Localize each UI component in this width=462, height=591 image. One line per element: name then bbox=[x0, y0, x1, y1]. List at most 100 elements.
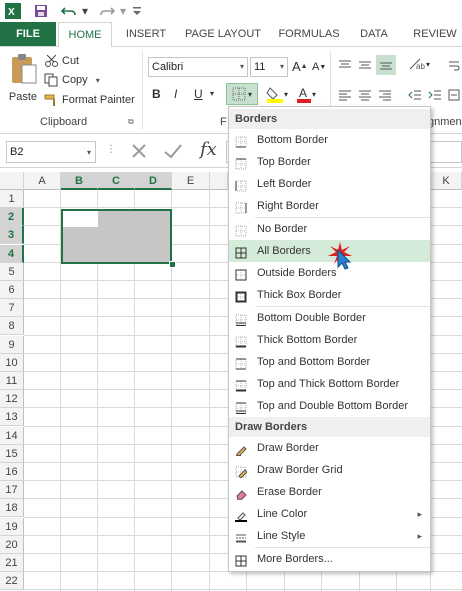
menu-item-draw-border[interactable]: Draw Border bbox=[229, 437, 430, 459]
column-header-a[interactable]: A bbox=[24, 172, 61, 190]
menu-item-thick-box-border[interactable]: Thick Box Border bbox=[229, 284, 430, 306]
menu-item-more-borders[interactable]: More Borders... bbox=[229, 548, 430, 570]
row-header-8[interactable]: 8 bbox=[0, 317, 24, 336]
row-header-2[interactable]: 2 bbox=[0, 208, 24, 227]
row-header-1[interactable]: 1 bbox=[0, 190, 24, 208]
row-header-4[interactable]: 4 bbox=[0, 244, 24, 263]
menu-item-line-color[interactable]: Line Color ▸ bbox=[229, 503, 430, 525]
dialog-launcher-icon[interactable]: ⧉ bbox=[128, 117, 134, 127]
underline-button[interactable]: U bbox=[194, 87, 203, 101]
row-header-10[interactable]: 10 bbox=[0, 353, 24, 372]
column-header-f[interactable] bbox=[210, 172, 228, 190]
tab-data[interactable]: DATA bbox=[352, 22, 396, 46]
menu-item-line-style[interactable]: Line Style ▸ bbox=[229, 525, 430, 547]
italic-button[interactable]: I bbox=[174, 87, 177, 101]
row-header-21[interactable]: 21 bbox=[0, 554, 24, 572]
menu-item-right-border[interactable]: Right Border bbox=[229, 195, 430, 217]
menu-item-top-and-double-bottom-border[interactable]: Top and Double Bottom Border bbox=[229, 395, 430, 417]
orientation-button[interactable]: ab ▾ bbox=[408, 57, 430, 71]
menu-item-top-and-bottom-border[interactable]: Top and Bottom Border bbox=[229, 351, 430, 373]
align-left-button[interactable] bbox=[338, 89, 352, 101]
save-icon[interactable] bbox=[32, 3, 50, 19]
column-header-d[interactable]: D bbox=[135, 172, 172, 190]
row-header-17[interactable]: 17 bbox=[0, 481, 24, 500]
decrease-indent-button[interactable] bbox=[408, 89, 422, 101]
menu-item-label: Top and Thick Bottom Border bbox=[257, 378, 400, 390]
cancel-entry-icon[interactable] bbox=[128, 141, 150, 161]
tab-review[interactable]: REVIEW bbox=[408, 22, 462, 46]
column-header-c[interactable]: C bbox=[98, 172, 135, 190]
menu-item-bottom-border[interactable]: Bottom Border bbox=[229, 129, 430, 151]
formula-bar-menu-icon[interactable]: ⋮ bbox=[106, 144, 116, 155]
row-header-20[interactable]: 20 bbox=[0, 535, 24, 554]
confirm-entry-icon[interactable] bbox=[162, 141, 184, 161]
row-header-18[interactable]: 18 bbox=[0, 499, 24, 518]
tab-formulas[interactable]: FORMULAS bbox=[274, 22, 344, 46]
bottom-double-border-icon bbox=[235, 312, 247, 326]
borders-button[interactable]: ▾ bbox=[226, 83, 258, 105]
bottom-align-button[interactable] bbox=[376, 55, 396, 75]
row-header-22[interactable]: 22 bbox=[0, 572, 24, 591]
fill-color-button[interactable]: ▾ bbox=[266, 85, 288, 103]
bold-button[interactable]: B bbox=[152, 87, 161, 101]
increase-indent-button[interactable] bbox=[428, 89, 442, 101]
fill-handle[interactable] bbox=[169, 261, 176, 268]
row-header-11[interactable]: 11 bbox=[0, 372, 24, 390]
row-header-9[interactable]: 9 bbox=[0, 335, 24, 354]
row-header-13[interactable]: 13 bbox=[0, 408, 24, 427]
paste-button[interactable]: Paste bbox=[6, 53, 40, 113]
menu-item-no-border[interactable]: No Border bbox=[229, 218, 430, 240]
tab-file[interactable]: FILE bbox=[0, 22, 56, 46]
chevron-down-icon: ▾ bbox=[279, 62, 284, 71]
row-header-15[interactable]: 15 bbox=[0, 444, 24, 463]
menu-item-bottom-double-border[interactable]: Bottom Double Border bbox=[229, 307, 430, 329]
merge-center-button[interactable] bbox=[448, 89, 460, 101]
copy-button[interactable]: Copy ▾ bbox=[44, 71, 100, 89]
middle-align-button[interactable] bbox=[358, 59, 372, 71]
svg-text:A: A bbox=[299, 86, 307, 100]
font-color-button[interactable]: A ▾ bbox=[296, 85, 316, 103]
undo-icon[interactable] bbox=[58, 3, 80, 19]
decrease-font-size-button[interactable]: A ▼ bbox=[312, 61, 326, 73]
font-name-combo[interactable]: Calibri ▾ bbox=[148, 57, 248, 77]
menu-item-top-and-thick-bottom-border[interactable]: Top and Thick Bottom Border bbox=[229, 373, 430, 395]
paste-label: Paste bbox=[8, 91, 38, 103]
menu-item-top-border[interactable]: Top Border bbox=[229, 151, 430, 173]
row-header-5[interactable]: 5 bbox=[0, 262, 24, 281]
top-align-button[interactable] bbox=[338, 59, 352, 71]
menu-item-left-border[interactable]: Left Border bbox=[229, 173, 430, 195]
increase-font-size-button[interactable]: A ▲ bbox=[292, 59, 308, 74]
row-header-7[interactable]: 7 bbox=[0, 299, 24, 318]
cut-button[interactable]: Cut bbox=[44, 52, 79, 70]
tab-insert[interactable]: INSERT bbox=[118, 22, 174, 46]
chevron-down-icon: ▾ bbox=[312, 89, 317, 99]
align-right-button[interactable] bbox=[378, 89, 392, 101]
tab-page-layout[interactable]: PAGE LAYOUT bbox=[182, 22, 264, 46]
chevron-down-icon[interactable]: ▾ bbox=[80, 3, 90, 19]
name-box[interactable]: B2 ▾ bbox=[6, 141, 96, 163]
column-header-k[interactable]: K bbox=[431, 172, 462, 190]
clipboard-icon bbox=[12, 54, 37, 84]
row-header-3[interactable]: 3 bbox=[0, 226, 24, 245]
row-header-6[interactable]: 6 bbox=[0, 281, 24, 299]
menu-item-draw-border-grid[interactable]: Draw Border Grid bbox=[229, 459, 430, 481]
align-center-button[interactable] bbox=[358, 89, 372, 101]
wrap-text-button[interactable] bbox=[448, 59, 460, 71]
customize-icon[interactable] bbox=[132, 3, 142, 19]
insert-function-button[interactable]: fx bbox=[200, 139, 217, 160]
chevron-down-icon[interactable]: ▾ bbox=[210, 89, 214, 98]
menu-item-erase-border[interactable]: Erase Border bbox=[229, 481, 430, 503]
font-size-combo[interactable]: 11 ▾ bbox=[250, 57, 288, 77]
tab-home[interactable]: HOME bbox=[58, 22, 112, 48]
row-header-12[interactable]: 12 bbox=[0, 390, 24, 409]
row-header-16[interactable]: 16 bbox=[0, 463, 24, 481]
chevron-down-icon[interactable]: ▾ bbox=[118, 3, 128, 19]
row-header-14[interactable]: 14 bbox=[0, 426, 24, 445]
column-header-b[interactable]: B bbox=[61, 172, 98, 190]
row-header-19[interactable]: 19 bbox=[0, 517, 24, 536]
select-all-corner[interactable] bbox=[0, 172, 24, 190]
column-header-e[interactable]: E bbox=[172, 172, 210, 190]
menu-item-thick-bottom-border[interactable]: Thick Bottom Border bbox=[229, 329, 430, 351]
format-painter-button[interactable]: Format Painter bbox=[44, 91, 135, 109]
redo-icon[interactable] bbox=[96, 3, 118, 19]
